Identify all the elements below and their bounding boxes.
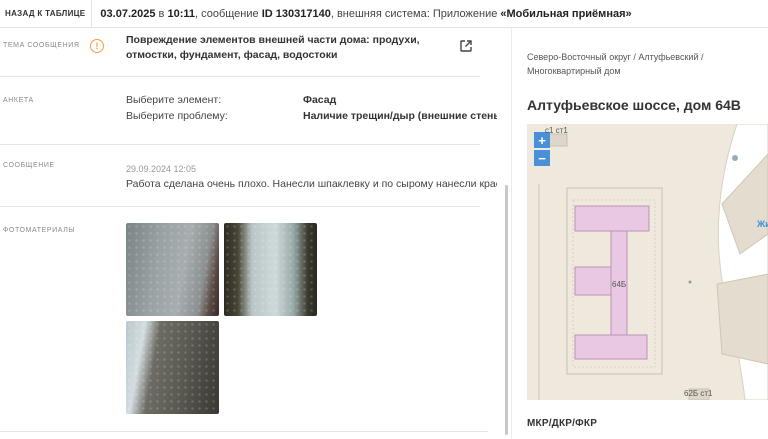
map-label-c1: с1 ст1 — [545, 126, 568, 135]
photos-label: ФОТОМАТЕРИАЛЫ — [3, 227, 76, 234]
survey-label: АНКЕТА — [3, 97, 34, 104]
survey-element-value: Фасад — [303, 94, 337, 106]
survey-section: АНКЕТА Выберите элемент: Фасад Выберите … — [0, 77, 497, 145]
map-label-edge: Жи — [757, 219, 768, 229]
message-text: Работа сделана очень плохо. Нанесли шпак… — [126, 178, 497, 190]
message-header-info: 03.07.2025 в 10:11, сообщение ID 1303171… — [100, 7, 632, 20]
photo-thumbnail-2[interactable] — [224, 223, 317, 316]
message-time: 10:11 — [167, 7, 195, 20]
message-details-panel: ТЕМА СООБЩЕНИЯ ! Повреждение элементов в… — [0, 28, 497, 439]
external-system-name: «Мобильная приёмная» — [500, 7, 632, 20]
repair-programs-label: МКР/ДКР/ФКР — [527, 418, 598, 429]
warning-circle-icon: ! — [90, 39, 104, 53]
map-canvas — [527, 124, 768, 400]
map-label-62b: 62Б ст1 — [684, 389, 713, 398]
photo-thumbnail-1[interactable] — [126, 223, 219, 316]
survey-problem-value: Наличие трещин/дыр (внешние стены) — [303, 110, 497, 122]
message-section: СООБЩЕНИЕ — [0, 145, 480, 207]
topic-text: Повреждение элементов внешней части дома… — [126, 34, 420, 61]
message-id: ID 130317140 — [261, 7, 331, 20]
location-breadcrumbs: Северо-Восточный округ / Алтуфьевский / … — [527, 52, 704, 76]
section-divider — [0, 431, 488, 432]
top-bar: НАЗАД К ТАБЛИЦЕ 03.07.2025 в 10:11, сооб… — [0, 0, 768, 28]
survey-problem-key: Выберите проблему: — [126, 110, 228, 122]
message-timestamp: 29.09.2024 12:05 — [126, 164, 197, 174]
location-panel: Северо-Восточный округ / Алтуфьевский / … — [512, 28, 768, 439]
topic-label: ТЕМА СООБЩЕНИЯ — [3, 42, 80, 49]
topic-section: ТЕМА СООБЩЕНИЯ ! Повреждение элементов в… — [0, 28, 480, 77]
map-label-64b: 64Б — [612, 280, 627, 289]
message-label: СООБЩЕНИЕ — [3, 162, 55, 169]
building-map[interactable]: + − 64Б 62Б ст1 с1 ст1 Жи — [527, 124, 768, 400]
external-link-icon[interactable] — [459, 39, 473, 53]
map-zoom-out-button[interactable]: − — [534, 150, 550, 166]
photo-thumbnail-3[interactable] — [126, 321, 219, 414]
back-to-table-button[interactable]: НАЗАД К ТАБЛИЦЕ — [0, 0, 93, 28]
survey-element-key: Выберите элемент: — [126, 94, 222, 106]
building-address: Алтуфьевское шоссе, дом 64В — [527, 97, 741, 113]
left-panel-scrollbar[interactable] — [505, 185, 508, 435]
message-date: 03.07.2025 — [100, 7, 156, 20]
